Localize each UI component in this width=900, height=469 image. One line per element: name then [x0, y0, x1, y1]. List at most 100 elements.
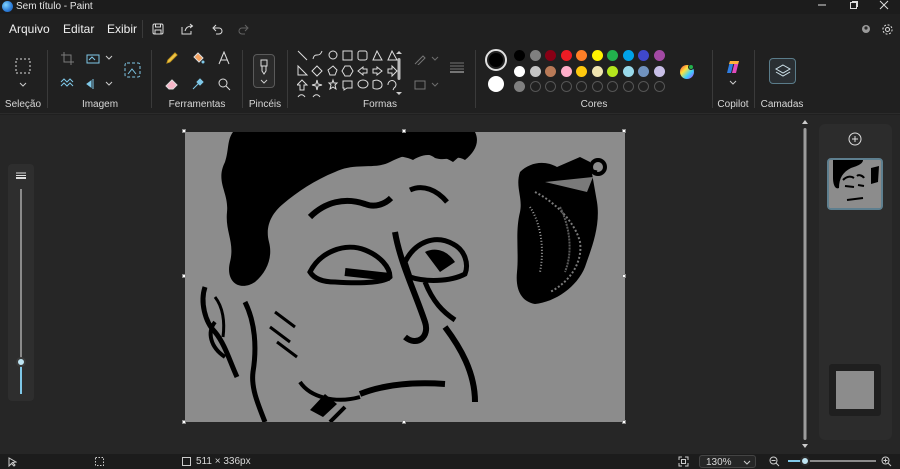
color-swatch[interactable] [514, 50, 525, 61]
save-icon[interactable] [149, 20, 167, 38]
chevron-down-icon[interactable] [426, 50, 444, 68]
custom-color-slot[interactable] [638, 81, 649, 92]
add-layer-icon[interactable] [848, 132, 862, 146]
chevron-down-icon[interactable] [100, 75, 118, 93]
ribbon-separator [712, 50, 713, 108]
color-swatch[interactable] [529, 65, 541, 77]
resize-handle[interactable] [182, 274, 186, 278]
close-icon[interactable] [870, 0, 898, 14]
chevron-down-icon[interactable] [100, 49, 118, 67]
color-swatch[interactable] [607, 50, 618, 61]
shapes-gallery[interactable] [297, 50, 405, 100]
maximize-icon[interactable] [840, 0, 868, 14]
brush-size-slider[interactable] [8, 164, 34, 401]
canvas-drawing [200, 132, 607, 422]
settings-gear-icon[interactable] [879, 21, 895, 37]
primary-color-ring[interactable] [485, 49, 507, 71]
drawing-canvas[interactable] [185, 132, 625, 422]
image-creator-icon[interactable] [123, 61, 141, 79]
resize-handle[interactable] [402, 420, 406, 424]
resize-handle[interactable] [622, 274, 626, 278]
line-width-icon[interactable] [448, 58, 466, 76]
color-swatch[interactable] [560, 65, 572, 77]
resize-handle[interactable] [182, 129, 186, 133]
resize-handle[interactable] [622, 129, 626, 133]
custom-color-slot[interactable] [545, 81, 556, 92]
color-swatch[interactable] [622, 65, 634, 77]
zoom-level-dropdown[interactable]: 130% [699, 455, 756, 468]
ribbon-separator [475, 50, 476, 108]
magnifier-icon[interactable] [215, 75, 233, 93]
color-swatch[interactable] [560, 50, 572, 61]
custom-color-slot[interactable] [529, 81, 541, 92]
pencil-icon[interactable] [163, 49, 181, 67]
group-shapes: Formas [290, 44, 470, 114]
fill-bucket-icon[interactable] [189, 49, 207, 67]
edit-colors-icon[interactable] [678, 63, 696, 81]
layers-button[interactable] [769, 58, 796, 84]
custom-color-slot[interactable] [653, 81, 665, 92]
slider-thumb[interactable] [16, 357, 26, 367]
menu-view[interactable]: Exibir [107, 22, 137, 36]
chevron-down-icon[interactable] [724, 74, 742, 92]
color-swatch[interactable] [576, 50, 587, 61]
color-swatch[interactable] [591, 65, 603, 77]
zoom-out-icon[interactable] [769, 456, 780, 469]
color-swatch[interactable] [638, 65, 649, 77]
redo-icon[interactable] [234, 20, 252, 38]
background-layer-thumbnail[interactable] [829, 364, 881, 416]
color-swatch[interactable] [653, 65, 665, 77]
eraser-icon[interactable] [163, 75, 181, 93]
custom-color-slot[interactable] [560, 81, 572, 92]
text-tool-icon[interactable] [215, 49, 233, 67]
color-picker-icon[interactable] [189, 75, 207, 93]
zoom-level-text: 130% [706, 457, 732, 468]
chevron-down-icon[interactable] [14, 76, 32, 94]
color-swatch[interactable] [607, 65, 618, 77]
selection-rectangle-icon[interactable] [14, 57, 32, 75]
background-color-fill [836, 371, 874, 409]
layer-thumbnail[interactable] [827, 158, 883, 210]
account-icon[interactable] [858, 21, 874, 37]
vertical-scrollbar[interactable] [800, 119, 810, 449]
crop-icon[interactable] [58, 49, 76, 67]
color-swatch[interactable] [622, 50, 634, 61]
resize-handle[interactable] [182, 420, 186, 424]
share-icon[interactable] [178, 20, 196, 38]
fit-to-window-icon[interactable] [678, 456, 689, 469]
menu-file[interactable]: Arquivo [9, 22, 50, 36]
secondary-color-swatch[interactable] [488, 76, 504, 92]
color-swatch[interactable] [591, 50, 603, 61]
resize-handle[interactable] [622, 420, 626, 424]
color-swatch[interactable] [576, 65, 587, 77]
color-swatch[interactable] [653, 50, 665, 61]
resize-handle[interactable] [402, 129, 406, 133]
zoom-in-icon[interactable] [881, 456, 892, 469]
color-swatch[interactable] [514, 65, 525, 77]
brush-button[interactable] [253, 54, 275, 88]
color-swatch[interactable] [638, 50, 649, 61]
minimize-icon[interactable] [808, 0, 836, 14]
ribbon-separator [151, 50, 152, 108]
menu-edit[interactable]: Editar [63, 22, 94, 36]
custom-color-slot[interactable] [591, 81, 603, 92]
undo-icon[interactable] [208, 20, 226, 38]
custom-color-slot[interactable] [607, 81, 618, 92]
ribbon-separator [287, 50, 288, 108]
custom-color-slot[interactable] [622, 81, 634, 92]
group-layers: Camadas [757, 44, 807, 114]
custom-color-slot[interactable] [576, 81, 587, 92]
group-label-tools: Ferramentas [168, 99, 226, 110]
color-swatch[interactable] [545, 50, 556, 61]
chevron-down-icon[interactable] [426, 76, 444, 94]
ribbon-separator [754, 50, 755, 108]
group-label-copilot: Copilot [717, 99, 749, 110]
color-swatch[interactable] [529, 50, 541, 61]
color-swatch[interactable] [545, 65, 556, 77]
zoom-slider-thumb[interactable] [800, 456, 810, 466]
group-label-layers: Camadas [760, 99, 804, 110]
shapes-scrollbar[interactable] [396, 50, 402, 96]
group-selection: Seleção [0, 44, 46, 114]
image-effects-icon[interactable] [58, 75, 76, 93]
color-swatch[interactable] [514, 81, 525, 92]
